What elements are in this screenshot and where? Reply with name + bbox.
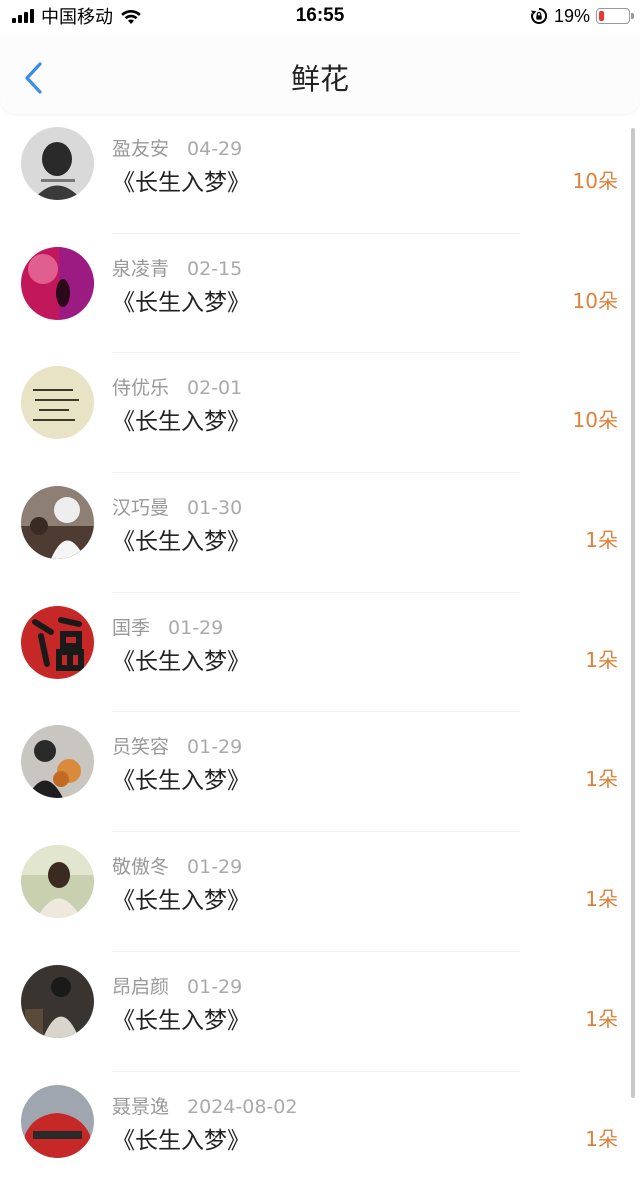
avatar[interactable]	[21, 486, 94, 559]
list-item[interactable]: 昂启颜 01-29 《长生入梦》 1朵	[0, 952, 640, 1072]
item-date: 02-15	[187, 258, 242, 280]
list-item[interactable]: 敬傲冬 01-29 《长生入梦》 1朵	[0, 832, 640, 952]
avatar[interactable]	[21, 965, 94, 1038]
item-date: 01-29	[187, 856, 242, 878]
scrollbar[interactable]	[631, 128, 635, 1098]
avatar[interactable]	[21, 1085, 94, 1158]
item-date: 02-01	[187, 377, 242, 399]
flower-count: 1朵	[585, 883, 618, 912]
flower-count: 10朵	[573, 285, 618, 314]
user-name: 侍优乐	[112, 377, 169, 399]
item-date: 04-29	[187, 138, 242, 160]
battery-percentage: 19%	[554, 6, 590, 27]
avatar[interactable]	[21, 606, 94, 679]
item-date: 01-30	[187, 497, 242, 519]
avatar[interactable]	[21, 247, 94, 320]
user-name: 昂启颜	[112, 976, 169, 998]
flower-count: 10朵	[573, 404, 618, 433]
user-name: 员笑容	[112, 736, 169, 758]
user-name: 泉凌青	[112, 258, 169, 280]
item-meta: 昂启颜 01-29	[112, 972, 242, 999]
item-date: 01-29	[168, 617, 223, 639]
avatar[interactable]	[21, 127, 94, 200]
avatar-image	[21, 725, 94, 798]
flower-count: 1朵	[585, 1123, 618, 1152]
flower-count: 1朵	[585, 1003, 618, 1032]
list-item[interactable]: 国季 01-29 《长生入梦》 1朵	[0, 593, 640, 713]
work-title: 《长生入梦》	[112, 761, 250, 795]
item-meta: 敬傲冬 01-29	[112, 852, 242, 879]
avatar[interactable]	[21, 725, 94, 798]
avatar-image	[21, 247, 94, 320]
battery-icon	[596, 8, 630, 24]
list-item[interactable]: 汉巧曼 01-30 《长生入梦》 1朵	[0, 473, 640, 593]
avatar-image	[21, 366, 94, 439]
user-name: 聂景逸	[112, 1096, 169, 1118]
battery-level	[599, 11, 604, 21]
flower-count: 1朵	[585, 644, 618, 673]
work-title: 《长生入梦》	[112, 1001, 250, 1035]
avatar[interactable]	[21, 366, 94, 439]
item-date: 01-29	[187, 736, 242, 758]
rotation-lock-icon	[530, 7, 548, 25]
avatar-image	[21, 845, 94, 918]
item-meta: 侍优乐 02-01	[112, 373, 242, 400]
item-meta: 聂景逸 2024-08-02	[112, 1092, 297, 1119]
item-meta: 国季 01-29	[112, 613, 223, 640]
work-title: 《长生入梦》	[112, 163, 250, 197]
work-title: 《长生入梦》	[112, 642, 250, 676]
avatar-image	[21, 606, 94, 679]
user-name: 盈友安	[112, 138, 169, 160]
item-date: 01-29	[187, 976, 242, 998]
list-item[interactable]: 盈友安 04-29 《长生入梦》 10朵	[0, 114, 640, 234]
user-name: 国季	[112, 617, 150, 639]
nav-bar: 鲜花	[0, 36, 640, 114]
work-title: 《长生入梦》	[112, 283, 250, 317]
work-title: 《长生入梦》	[112, 402, 250, 436]
avatar-image	[21, 965, 94, 1038]
work-title: 《长生入梦》	[112, 522, 250, 556]
avatar-image	[21, 486, 94, 559]
list-item[interactable]: 泉凌青 02-15 《长生入梦》 10朵	[0, 234, 640, 354]
item-date: 2024-08-02	[187, 1096, 297, 1118]
user-name: 汉巧曼	[112, 497, 169, 519]
item-meta: 汉巧曼 01-30	[112, 493, 242, 520]
avatar[interactable]	[21, 845, 94, 918]
list-item[interactable]: 员笑容 01-29 《长生入梦》 1朵	[0, 712, 640, 832]
user-name: 敬傲冬	[112, 856, 169, 878]
status-bar-right: 19%	[530, 5, 630, 27]
item-meta: 泉凌青 02-15	[112, 254, 242, 281]
avatar-image	[21, 1085, 94, 1158]
status-bar: 中国移动 16:55 19%	[0, 0, 640, 34]
item-meta: 员笑容 01-29	[112, 732, 242, 759]
flower-count: 10朵	[573, 165, 618, 194]
work-title: 《长生入梦》	[112, 881, 250, 915]
list-item[interactable]: 聂景逸2024-08-02 《长生入梦》 1朵	[0, 1072, 640, 1191]
avatar-image	[21, 127, 94, 200]
list-item[interactable]: 侍优乐 02-01 《长生入梦》 10朵	[0, 353, 640, 473]
flower-count: 1朵	[585, 524, 618, 553]
page-title: 鲜花	[0, 56, 640, 98]
flower-list: 盈友安 04-29 《长生入梦》 10朵 泉凌青 02-15 《长生入梦》 10朵	[0, 114, 640, 1191]
flower-count: 1朵	[585, 763, 618, 792]
item-meta: 盈友安 04-29	[112, 134, 242, 161]
